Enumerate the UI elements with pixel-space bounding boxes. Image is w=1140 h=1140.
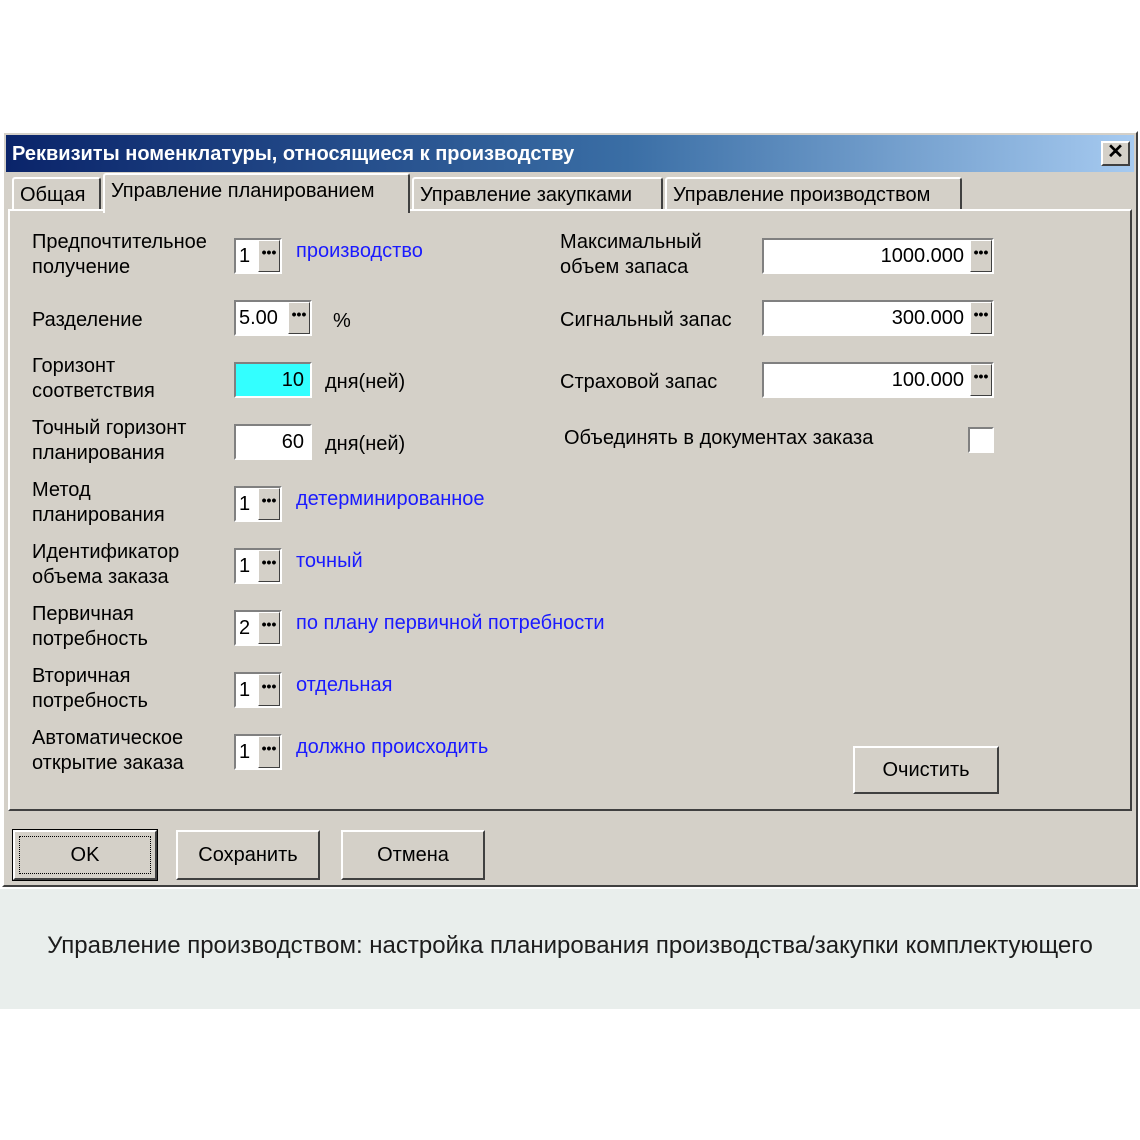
field-value: 10 [281, 369, 304, 391]
field-value: 1 [239, 245, 251, 267]
field-value: 1 [239, 493, 251, 515]
tab-label: Общая [20, 184, 86, 206]
tab-general[interactable]: Общая [12, 177, 101, 211]
merge-orders-label: Объединять в документах заказа [564, 427, 874, 449]
split-field[interactable]: 5.00 ••• [234, 300, 312, 336]
compliance-horizon-unit: дня(ней) [325, 371, 406, 393]
slide-caption: Управление производством: настройка план… [47, 932, 1093, 959]
ellipsis-icon[interactable]: ••• [258, 488, 280, 520]
preferred-receipt-desc: производство [296, 240, 423, 262]
signal-stock-label: Сигнальный запас [560, 309, 732, 331]
ellipsis-icon[interactable]: ••• [288, 302, 310, 334]
clear-button[interactable]: Очистить [853, 746, 999, 794]
ok-button[interactable]: OK [12, 829, 158, 881]
max-stock-label: Максимальный объем запаса [560, 231, 702, 278]
field-value: 1000.000 [880, 245, 964, 267]
tab-label: Управление производством [673, 184, 931, 206]
auto-open-order-label: Автоматическое открытие заказа [32, 727, 184, 774]
safety-stock-field[interactable]: 100.000 ••• [762, 362, 994, 398]
tab-purchase-management[interactable]: Управление закупками [412, 177, 663, 211]
ellipsis-icon[interactable]: ••• [258, 550, 280, 582]
planning-method-desc: детерминированное [296, 488, 485, 510]
compliance-horizon-label: Горизонт соответствия [32, 355, 155, 402]
primary-demand-select[interactable]: 2 ••• [234, 610, 282, 646]
compliance-horizon-field[interactable]: 10 [234, 362, 312, 398]
safety-stock-label: Страховой запас [560, 371, 718, 393]
tab-label: Управление планированием [111, 180, 375, 202]
auto-open-order-select[interactable]: 1 ••• [234, 734, 282, 770]
field-value: 2 [239, 617, 251, 639]
order-volume-id-select[interactable]: 1 ••• [234, 548, 282, 584]
max-stock-field[interactable]: 1000.000 ••• [762, 238, 994, 274]
focus-rect [19, 836, 151, 874]
ellipsis-icon[interactable]: ••• [970, 364, 992, 396]
field-value: 100.000 [891, 369, 964, 391]
field-value: 5.00 [239, 307, 278, 329]
planning-method-label: Метод планирования [32, 479, 165, 526]
field-value: 1 [239, 741, 251, 763]
primary-demand-desc: по плану первичной потребности [296, 612, 605, 634]
secondary-demand-label: Вторичная потребность [32, 665, 148, 712]
secondary-demand-select[interactable]: 1 ••• [234, 672, 282, 708]
split-label: Разделение [32, 309, 143, 331]
ellipsis-icon[interactable]: ••• [970, 240, 992, 272]
secondary-demand-desc: отдельная [296, 674, 393, 696]
tab-production-management[interactable]: Управление производством [665, 177, 962, 211]
field-value: 300.000 [891, 307, 964, 329]
field-value: 1 [239, 679, 251, 701]
ellipsis-icon[interactable]: ••• [258, 736, 280, 768]
button-label: Очистить [882, 759, 970, 781]
signal-stock-field[interactable]: 300.000 ••• [762, 300, 994, 336]
tab-planning-management[interactable]: Управление планированием [103, 173, 410, 213]
percent-unit: % [333, 310, 351, 332]
button-label: Сохранить [198, 844, 298, 866]
dialog-window: Реквизиты номенклатуры, относящиеся к пр… [2, 131, 1138, 887]
ellipsis-icon[interactable]: ••• [970, 302, 992, 334]
save-button[interactable]: Сохранить [176, 830, 320, 880]
exact-horizon-label: Точный горизонт планирования [32, 417, 187, 464]
tab-label: Управление закупками [420, 184, 633, 206]
ellipsis-icon[interactable]: ••• [258, 612, 280, 644]
planning-method-select[interactable]: 1 ••• [234, 486, 282, 522]
ellipsis-icon[interactable]: ••• [258, 240, 280, 272]
auto-open-order-desc: должно происходить [296, 736, 489, 758]
close-button[interactable]: ✕ [1101, 141, 1130, 166]
title-bar[interactable]: Реквизиты номенклатуры, относящиеся к пр… [6, 135, 1134, 172]
window-title: Реквизиты номенклатуры, относящиеся к пр… [12, 143, 575, 165]
preferred-receipt-select[interactable]: 1 ••• [234, 238, 282, 274]
ellipsis-icon[interactable]: ••• [258, 674, 280, 706]
exact-horizon-field[interactable]: 60 [234, 424, 312, 460]
exact-horizon-unit: дня(ней) [325, 433, 406, 455]
field-value: 60 [281, 431, 304, 453]
cancel-button[interactable]: Отмена [341, 830, 485, 880]
field-value: 1 [239, 555, 251, 577]
preferred-receipt-label: Предпочтительное получение [32, 231, 207, 278]
merge-orders-checkbox[interactable] [968, 427, 994, 453]
close-icon: ✕ [1107, 141, 1124, 163]
button-label: Отмена [377, 844, 449, 866]
primary-demand-label: Первичная потребность [32, 603, 148, 650]
tab-panel-planning: Предпочтительное получение 1 ••• производ… [8, 209, 1132, 811]
caption-area: Управление производством: настройка план… [0, 889, 1140, 1009]
order-volume-id-label: Идентификатор объема заказа [32, 541, 180, 588]
order-volume-id-desc: точный [296, 550, 363, 572]
